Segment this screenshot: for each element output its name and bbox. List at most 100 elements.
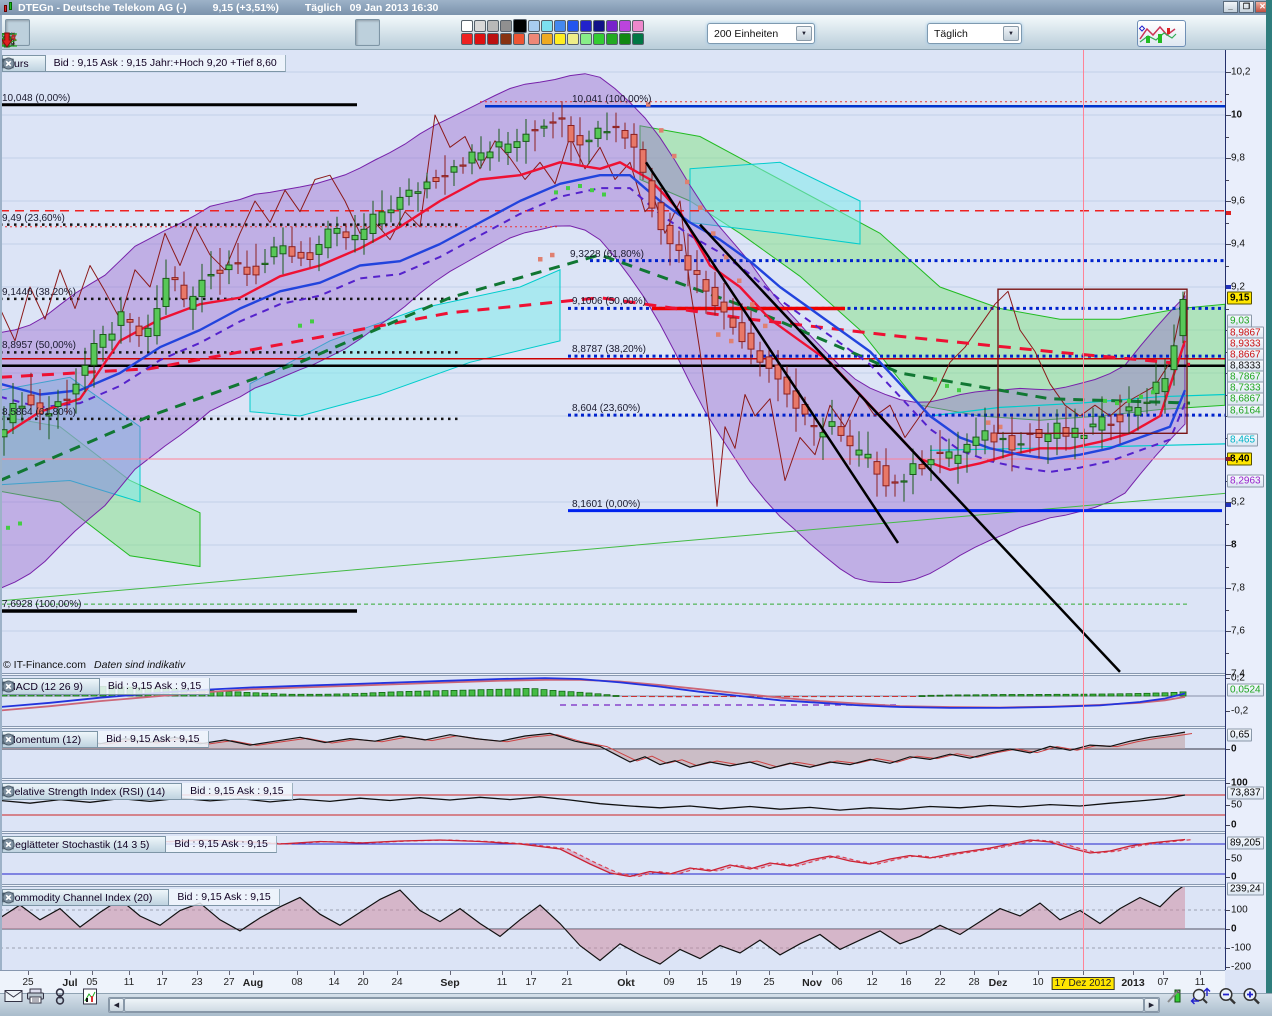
price-value-label: 89,205 bbox=[1227, 836, 1264, 850]
color-swatch[interactable] bbox=[593, 32, 605, 45]
vline-tool-button[interactable] bbox=[6, 19, 205, 47]
color-swatch[interactable] bbox=[474, 32, 486, 45]
period-dropdown[interactable]: Täglich ▼ bbox=[927, 23, 1022, 44]
time-tick bbox=[906, 971, 907, 975]
zoom-tool-button[interactable] bbox=[1, 19, 105, 47]
color-swatch[interactable] bbox=[593, 19, 605, 32]
hline-tool-button[interactable] bbox=[1, 19, 180, 46]
time-label: 22 bbox=[934, 977, 946, 988]
data-indicative-note: Daten sind indikativ bbox=[94, 659, 186, 671]
price-axis[interactable]: 10,2 10 9,8 9,6 9,4 9,2 8,2 8 7,8 7,6 7,4 9,15 9,03 8… bbox=[1225, 50, 1266, 973]
color-swatch[interactable] bbox=[461, 32, 473, 45]
axis-tick bbox=[1226, 825, 1230, 826]
text-tool-button[interactable]: T bbox=[1, 19, 255, 46]
color-swatch[interactable] bbox=[487, 32, 499, 45]
color-swatch[interactable] bbox=[606, 32, 618, 45]
scroll-left-arrow[interactable]: ◀ bbox=[109, 998, 124, 1012]
buy-arrow-button[interactable] bbox=[1, 19, 430, 48]
color-swatch[interactable] bbox=[487, 19, 499, 32]
fib-mid-label: 8,8787 (38,20%) bbox=[572, 344, 646, 356]
scroll-right-arrow[interactable]: ▶ bbox=[1144, 998, 1159, 1012]
cci-tab[interactable]: Commodity Channel Index (20) bbox=[2, 889, 170, 906]
time-tick bbox=[702, 971, 703, 975]
indicator-axis-label: 0 bbox=[1231, 923, 1237, 935]
channel-tool-button[interactable] bbox=[0, 19, 305, 48]
zigzag-tool-button[interactable] bbox=[1, 18, 380, 47]
rsi-title: Relative Strength Index (RSI) (14) bbox=[7, 785, 166, 798]
window-border-right bbox=[1266, 0, 1272, 1016]
chevron-down-icon[interactable]: ▼ bbox=[1003, 26, 1019, 41]
scroll-thumb[interactable] bbox=[124, 998, 1144, 1012]
axis-tick-label: 10 bbox=[1231, 109, 1243, 121]
time-label: 2013 bbox=[1121, 977, 1145, 989]
time-label: 17 bbox=[525, 977, 537, 988]
color-swatch[interactable] bbox=[632, 32, 644, 45]
axis-tick bbox=[1226, 783, 1230, 784]
period-dropdown-value: Täglich bbox=[934, 27, 968, 40]
copyright-note: © IT-Finance.com Daten sind indikativ bbox=[3, 659, 186, 671]
tools-settings-button[interactable] bbox=[2, 19, 330, 46]
segment-tool-button[interactable] bbox=[1, 19, 130, 47]
time-axis: 25 Jul 05 11 17 23 27 Aug 08 14 20 24 Sep 11 17 21 Okt 09… bbox=[0, 970, 1225, 993]
time-tick bbox=[1163, 971, 1164, 975]
trash-tool-button[interactable] bbox=[2, 19, 355, 47]
axis-tick bbox=[1226, 859, 1230, 860]
macd-tab[interactable]: MACD (12 26 9) bbox=[2, 678, 100, 695]
trendline-tool-button[interactable] bbox=[0, 19, 155, 48]
fib-mid-label: 9,3228 (61,80%) bbox=[570, 248, 644, 260]
color-swatch[interactable] bbox=[474, 19, 486, 32]
alarm-tool-button[interactable] bbox=[1, 19, 80, 48]
color-swatch[interactable] bbox=[513, 18, 527, 33]
color-swatch[interactable] bbox=[567, 32, 579, 45]
rsi-tab[interactable]: Relative Strength Index (RSI) (14) bbox=[2, 783, 183, 800]
color-swatch[interactable] bbox=[541, 32, 553, 45]
chevron-down-icon[interactable]: ▼ bbox=[796, 26, 812, 41]
minimize-button[interactable]: _ bbox=[1223, 1, 1238, 13]
axis-tick bbox=[1226, 678, 1230, 679]
stoch-tab[interactable]: Geglätteter Stochastik (14 3 5) bbox=[2, 836, 167, 853]
momentum-tab[interactable]: Momentum (12) bbox=[2, 731, 99, 748]
fib-mid-label: 8,604 (23,60%) bbox=[572, 403, 641, 415]
color-swatch[interactable] bbox=[619, 32, 631, 45]
chart-style-button[interactable] bbox=[1137, 20, 1186, 47]
fib-left-label: 8,5864 (61,80%) bbox=[2, 406, 76, 418]
fib-left-label: 8,8957 (50,00%) bbox=[2, 340, 76, 352]
color-swatch[interactable] bbox=[500, 19, 512, 32]
price-value-label: 8,2963 bbox=[1227, 474, 1264, 488]
pattern-tool-button[interactable] bbox=[1, 19, 405, 47]
color-swatch[interactable] bbox=[580, 32, 592, 45]
color-swatch[interactable] bbox=[580, 19, 592, 32]
fibonacci-tool-button[interactable] bbox=[0, 19, 230, 47]
color-swatch[interactable] bbox=[606, 19, 618, 32]
color-swatch[interactable] bbox=[500, 32, 512, 45]
kurs-tab[interactable]: Kurs bbox=[2, 55, 46, 72]
axis-color-mark bbox=[1226, 457, 1231, 461]
sell-arrow-button[interactable] bbox=[1, 19, 455, 48]
restore-button[interactable]: ❐ bbox=[1239, 1, 1254, 13]
time-tick bbox=[531, 971, 532, 975]
stoch-bid-ask: Bid : 9,15 Ask : 9,15 bbox=[166, 836, 277, 853]
axis-minor-tick bbox=[1226, 523, 1229, 525]
horizontal-scrollbar[interactable]: ◀ ▶ bbox=[108, 997, 1160, 1013]
color-swatch[interactable] bbox=[461, 19, 473, 32]
color-swatch[interactable] bbox=[554, 32, 566, 45]
axis-tick-label: 8 bbox=[1231, 539, 1237, 551]
color-swatch[interactable] bbox=[513, 32, 525, 45]
fib-left-label: 10,048 (0,00%) bbox=[2, 92, 71, 104]
momentum-bid-ask: Bid : 9,15 Ask : 9,15 bbox=[98, 731, 209, 748]
color-swatch[interactable] bbox=[554, 19, 566, 32]
color-swatch[interactable] bbox=[528, 32, 540, 45]
color-swatch[interactable] bbox=[619, 19, 631, 32]
color-swatch[interactable] bbox=[567, 19, 579, 32]
status-bar: ◀ ▶ bbox=[0, 987, 1272, 1016]
title-bar[interactable]: DTEGn - Deutsche Telekom AG (-) 9,15 (+3… bbox=[0, 0, 1272, 15]
parallel-tool-button[interactable] bbox=[1, 19, 280, 47]
time-tick bbox=[669, 971, 670, 975]
time-tick bbox=[450, 971, 451, 975]
color-swatch[interactable] bbox=[632, 19, 644, 32]
color-swatch[interactable] bbox=[541, 19, 553, 32]
units-dropdown[interactable]: 200 Einheiten ▼ bbox=[707, 23, 815, 44]
color-swatch[interactable] bbox=[528, 19, 540, 32]
time-tick bbox=[363, 971, 364, 975]
ruler-tool-button[interactable] bbox=[0, 19, 55, 48]
